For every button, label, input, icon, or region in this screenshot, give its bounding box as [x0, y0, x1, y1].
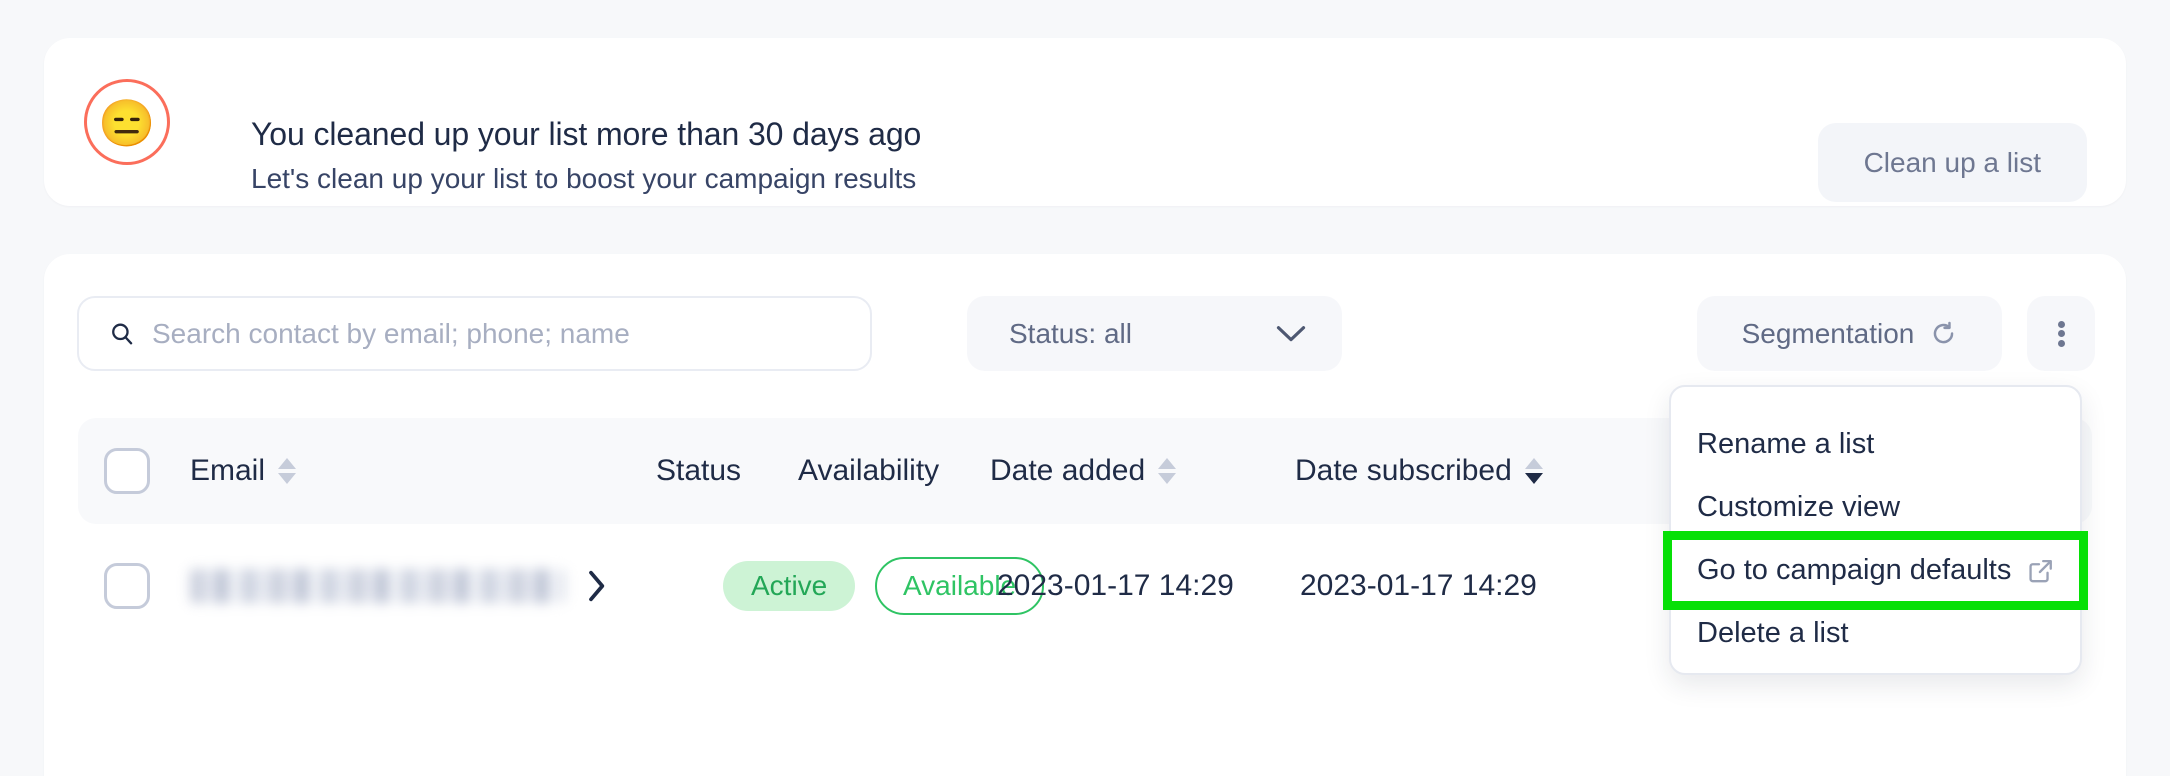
expressionless-face-icon: 😑: [98, 97, 156, 149]
column-header-status-label: Status: [656, 454, 742, 487]
refresh-icon: [1934, 321, 1954, 344]
row-checkbox[interactable]: [104, 563, 150, 609]
menu-item-go-to-campaign-defaults[interactable]: Go to campaign defaults: [1663, 531, 2088, 610]
menu-item-rename-a-list[interactable]: Rename a list: [1671, 413, 2080, 476]
sort-arrows-email[interactable]: [278, 458, 297, 484]
banner-text-block: You cleaned up your list more than 30 da…: [251, 116, 921, 195]
column-header-date-subscribed-label: Date subscribed: [1295, 454, 1512, 487]
select-all-checkbox-cell: [104, 418, 150, 524]
column-header-availability-label: Availability: [798, 454, 940, 487]
row-date-subscribed-cell: 2023-01-17 14:29: [1300, 569, 1537, 602]
sort-arrows-date-subscribed[interactable]: [1524, 458, 1543, 484]
cleanup-reminder-banner: 😑 You cleaned up your list more than 30 …: [44, 38, 2126, 206]
row-status-cell: Active: [723, 526, 856, 646]
column-header-email[interactable]: Email: [190, 418, 297, 524]
external-link-icon: [2029, 559, 2053, 582]
menu-item-customize-view-label: Customize view: [1697, 491, 1901, 523]
contacts-list-page: 😑 You cleaned up your list more than 30 …: [0, 0, 2170, 776]
column-header-date-added[interactable]: Date added: [990, 418, 1177, 524]
more-vertical-icon: [2057, 318, 2065, 349]
column-header-status: Status: [656, 418, 741, 524]
menu-item-delete-a-list[interactable]: Delete a list: [1671, 602, 2080, 665]
banner-subtitle: Let's clean up your list to boost your c…: [251, 162, 917, 194]
column-header-date-added-label: Date added: [990, 454, 1146, 487]
status-filter-label: Status: all: [1009, 317, 1132, 349]
list-options-dropdown-menu: Rename a list Customize view Go to campa…: [1663, 385, 2088, 675]
search-icon: [112, 323, 133, 344]
menu-item-go-to-campaign-defaults-label: Go to campaign defaults: [1697, 554, 2012, 586]
chevron-down-icon: [1276, 325, 1306, 341]
select-all-checkbox[interactable]: [104, 448, 150, 494]
menu-item-customize-view[interactable]: Customize view: [1671, 476, 2080, 539]
column-header-date-subscribed[interactable]: Date subscribed: [1295, 418, 1543, 524]
search-input[interactable]: [152, 317, 842, 350]
table-toolbar: Status: all Segmentation: [44, 254, 2126, 394]
row-email-cell[interactable]: [190, 526, 607, 646]
search-box[interactable]: [77, 296, 872, 371]
chevron-right-icon[interactable]: [587, 570, 607, 602]
status-badge: Active: [723, 561, 856, 611]
row-date-added-cell: 2023-01-17 14:29: [997, 569, 1234, 602]
column-header-email-label: Email: [190, 454, 266, 487]
segmentation-button[interactable]: Segmentation: [1697, 296, 2002, 371]
segmentation-label: Segmentation: [1741, 317, 1915, 349]
clean-up-a-list-button[interactable]: Clean up a list: [1817, 123, 2087, 202]
banner-title: You cleaned up your list more than 30 da…: [251, 116, 922, 152]
menu-item-delete-a-list-label: Delete a list: [1697, 617, 1849, 649]
row-checkbox-cell: [104, 526, 150, 646]
contacts-table-card: Status: all Segmentation: [44, 254, 2126, 776]
column-header-availability: Availability: [798, 418, 939, 524]
sort-arrows-date-added[interactable]: [1158, 458, 1177, 484]
menu-item-rename-a-list-label: Rename a list: [1697, 428, 1875, 460]
status-filter-dropdown[interactable]: Status: all: [967, 296, 1342, 371]
redacted-email-value: [190, 569, 565, 603]
expressionless-face-icon-ring: 😑: [84, 79, 170, 165]
more-options-button[interactable]: [2027, 296, 2095, 371]
